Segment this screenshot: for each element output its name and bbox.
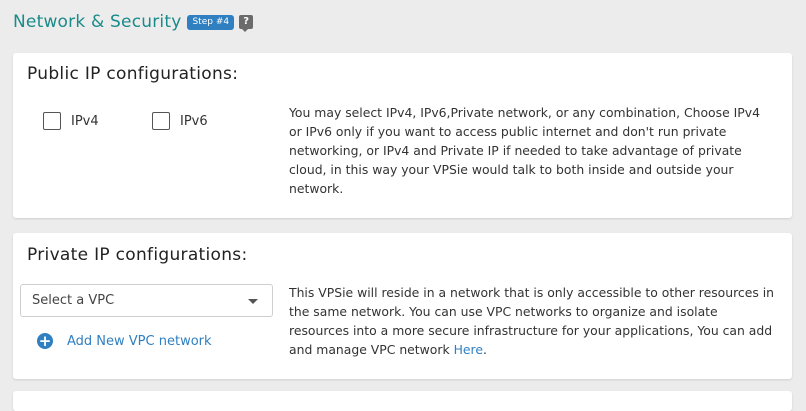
- chevron-down-icon: [248, 299, 258, 304]
- public-ip-description: You may select IPv4, IPv6,Private networ…: [289, 105, 760, 196]
- private-ip-description-text: This VPSie will reside in a network that…: [289, 285, 775, 357]
- ipv4-label[interactable]: IPv4: [71, 114, 99, 129]
- section-header: Network & Security Step #4 ?: [13, 12, 254, 32]
- private-ip-heading: Private IP configurations:: [27, 245, 248, 265]
- private-ip-description: This VPSie will reside in a network that…: [289, 283, 779, 359]
- step-badge: Step #4: [187, 14, 235, 30]
- ipv4-option[interactable]: IPv4: [43, 112, 99, 130]
- section-title: Network & Security: [13, 12, 182, 32]
- add-vpc-label[interactable]: Add New VPC network: [67, 334, 212, 349]
- plus-circle-icon: +: [37, 332, 53, 350]
- add-vpc-button[interactable]: + Add New VPC network: [37, 333, 212, 349]
- vpc-select-placeholder: Select a VPC: [32, 293, 115, 308]
- vpc-select[interactable]: Select a VPC: [20, 284, 273, 317]
- private-ip-card: Private IP configurations: Select a VPC …: [13, 233, 792, 379]
- manage-vpc-link[interactable]: Here: [454, 342, 483, 357]
- help-icon[interactable]: ?: [239, 15, 254, 32]
- ipv6-checkbox[interactable]: [152, 112, 170, 130]
- next-card: [13, 391, 792, 411]
- ipv6-label[interactable]: IPv6: [180, 114, 208, 129]
- private-ip-description-end: .: [483, 342, 487, 357]
- ipv6-option[interactable]: IPv6: [152, 112, 208, 130]
- public-ip-heading: Public IP configurations:: [27, 64, 239, 84]
- ipv4-checkbox[interactable]: [43, 112, 61, 130]
- public-ip-card: Public IP configurations: IPv4 IPv6 You …: [13, 53, 792, 218]
